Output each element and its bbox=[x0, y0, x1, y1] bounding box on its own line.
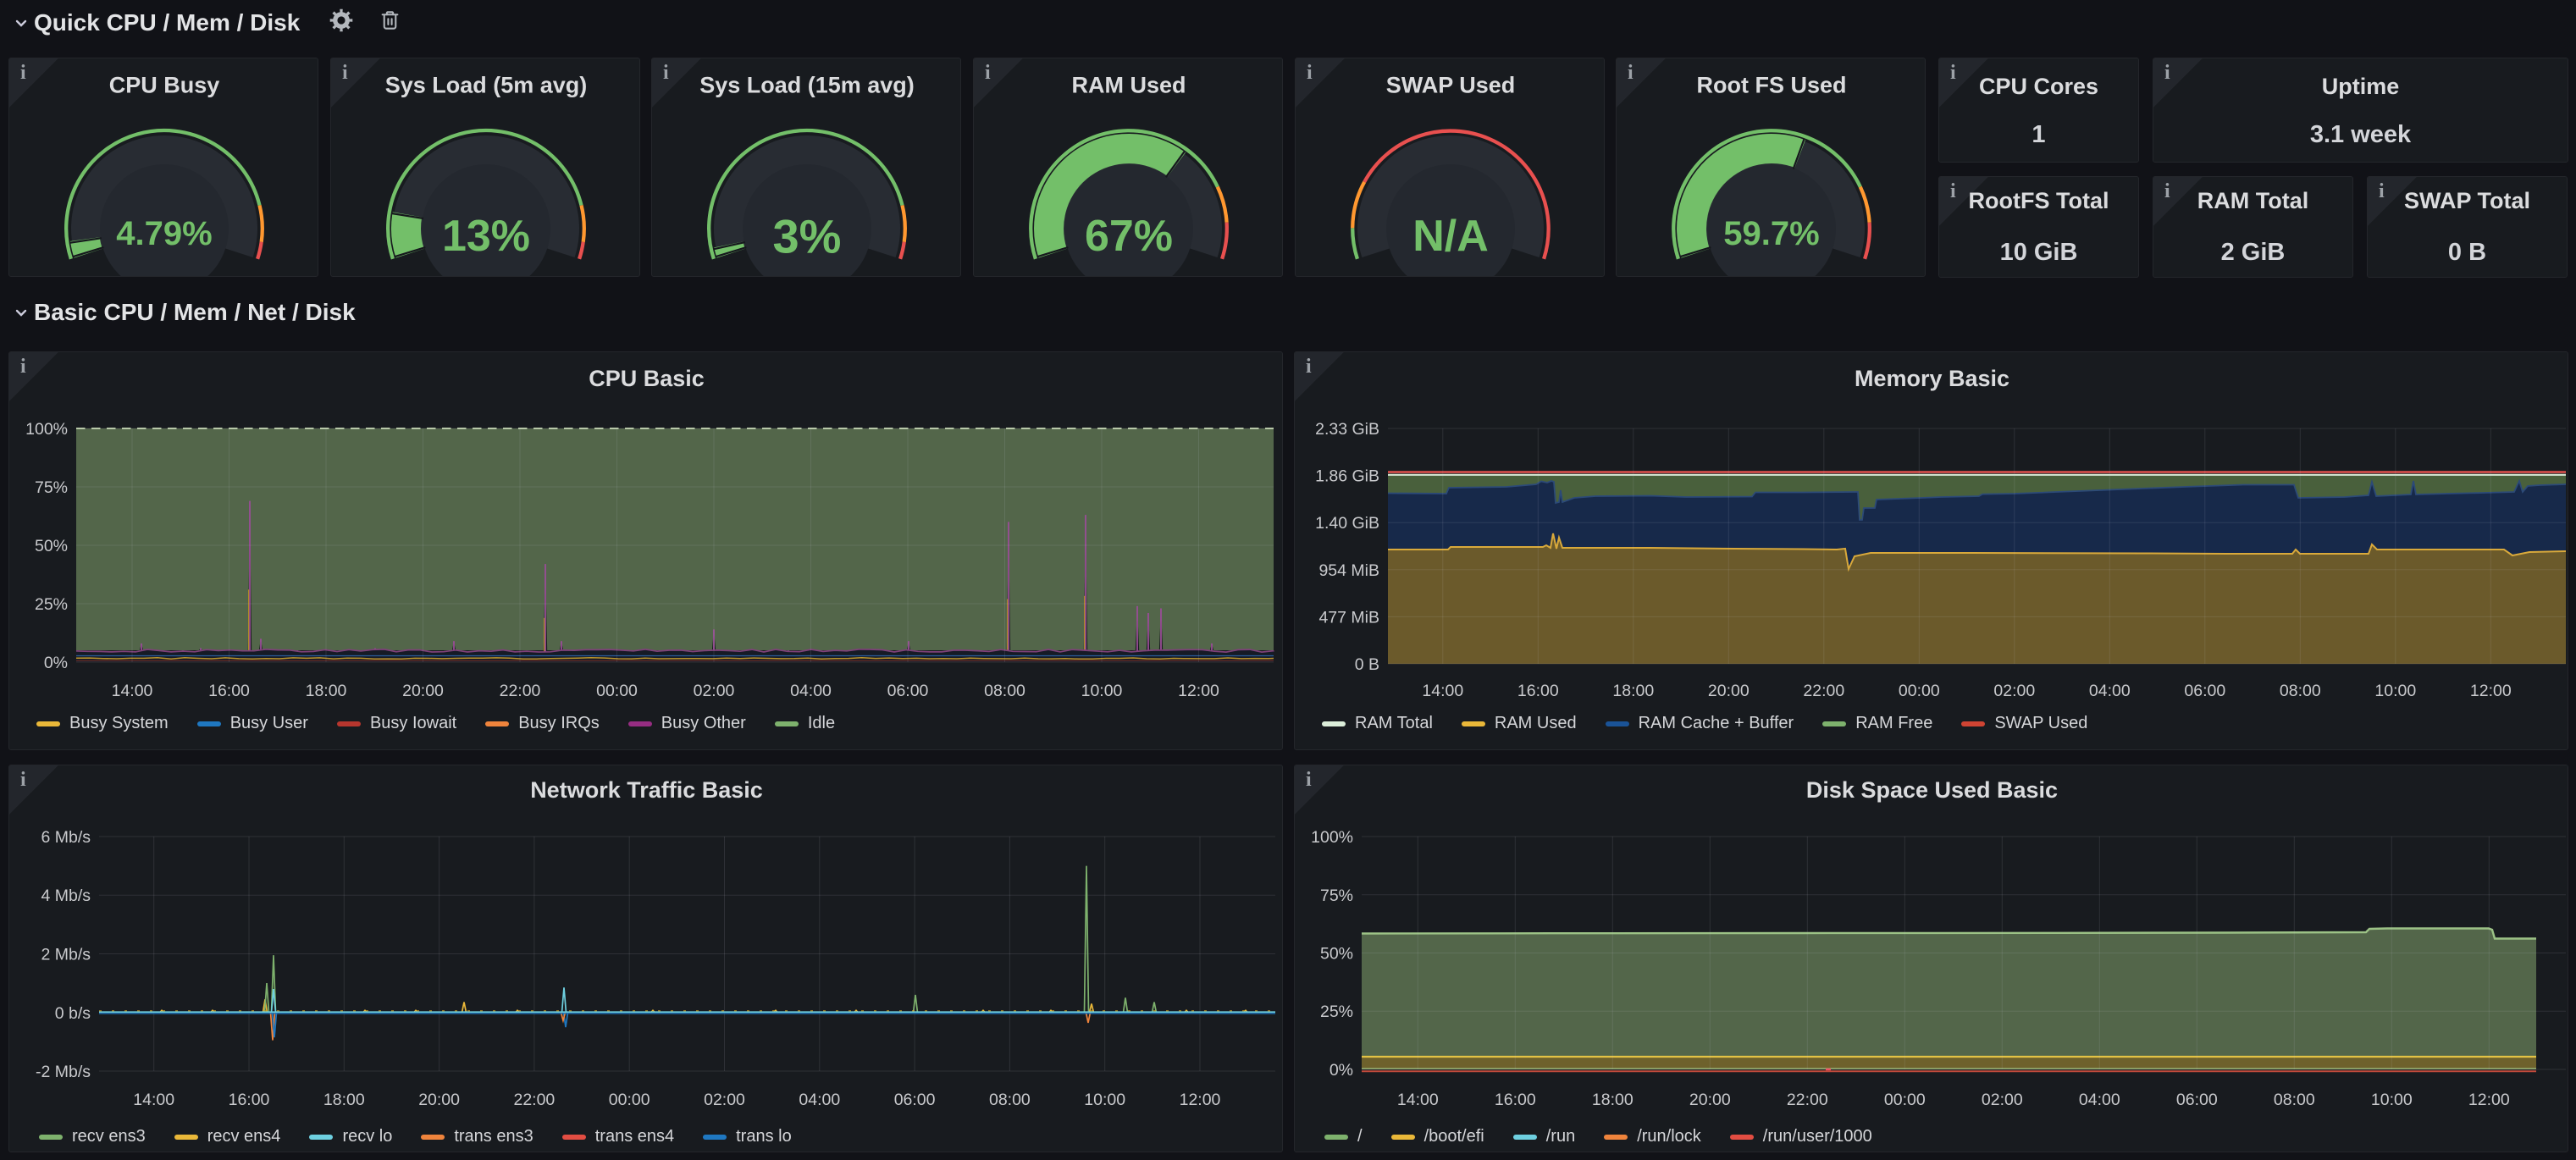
svg-text:14:00: 14:00 bbox=[133, 1091, 174, 1109]
svg-text:75%: 75% bbox=[35, 478, 68, 497]
svg-text:1.86 GiB: 1.86 GiB bbox=[1315, 467, 1379, 486]
svg-text:100%: 100% bbox=[25, 420, 68, 439]
svg-text:06:00: 06:00 bbox=[894, 1091, 936, 1109]
svg-text:02:00: 02:00 bbox=[694, 682, 735, 700]
svg-text:2 Mb/s: 2 Mb/s bbox=[41, 946, 91, 964]
svg-text:12:00: 12:00 bbox=[1180, 1091, 1221, 1109]
svg-text:3%: 3% bbox=[773, 210, 842, 263]
svg-text:00:00: 00:00 bbox=[1884, 1091, 1926, 1109]
svg-text:10:00: 10:00 bbox=[1084, 1091, 1125, 1109]
svg-text:08:00: 08:00 bbox=[2280, 682, 2321, 700]
svg-text:0%: 0% bbox=[1329, 1061, 1353, 1080]
svg-text:13%: 13% bbox=[442, 212, 530, 261]
svg-text:25%: 25% bbox=[35, 595, 68, 614]
svg-text:00:00: 00:00 bbox=[1899, 682, 1940, 700]
svg-text:18:00: 18:00 bbox=[323, 1091, 365, 1109]
svg-text:04:00: 04:00 bbox=[799, 1091, 840, 1109]
svg-text:12:00: 12:00 bbox=[2468, 1091, 2510, 1109]
svg-text:2.33 GiB: 2.33 GiB bbox=[1315, 420, 1379, 439]
svg-text:08:00: 08:00 bbox=[2274, 1091, 2315, 1109]
svg-text:00:00: 00:00 bbox=[596, 682, 638, 700]
svg-text:02:00: 02:00 bbox=[704, 1091, 745, 1109]
svg-text:04:00: 04:00 bbox=[2079, 1091, 2120, 1109]
svg-text:16:00: 16:00 bbox=[1495, 1091, 1536, 1109]
svg-text:4 Mb/s: 4 Mb/s bbox=[41, 887, 91, 905]
svg-text:22:00: 22:00 bbox=[500, 682, 541, 700]
svg-text:14:00: 14:00 bbox=[1422, 682, 1463, 700]
svg-text:10:00: 10:00 bbox=[2371, 1091, 2413, 1109]
svg-text:RAM Used: RAM Used bbox=[1071, 73, 1186, 98]
svg-text:-2 Mb/s: -2 Mb/s bbox=[36, 1063, 91, 1081]
svg-text:Memory Basic: Memory Basic bbox=[1855, 366, 2009, 391]
svg-text:14:00: 14:00 bbox=[112, 682, 153, 700]
svg-text:06:00: 06:00 bbox=[887, 682, 929, 700]
svg-text:22:00: 22:00 bbox=[1787, 1091, 1828, 1109]
svg-text:CPU Busy: CPU Busy bbox=[109, 73, 220, 98]
svg-text:20:00: 20:00 bbox=[1708, 682, 1750, 700]
svg-text:10:00: 10:00 bbox=[2374, 682, 2416, 700]
svg-text:10:00: 10:00 bbox=[1081, 682, 1123, 700]
svg-text:N/A: N/A bbox=[1412, 212, 1489, 261]
svg-text:50%: 50% bbox=[1320, 945, 1353, 964]
svg-text:04:00: 04:00 bbox=[790, 682, 832, 700]
svg-text:08:00: 08:00 bbox=[989, 1091, 1031, 1109]
svg-text:14:00: 14:00 bbox=[1397, 1091, 1439, 1109]
svg-text:12:00: 12:00 bbox=[2470, 682, 2512, 700]
svg-text:Disk Space Used Basic: Disk Space Used Basic bbox=[1806, 777, 2058, 803]
svg-text:67%: 67% bbox=[1085, 212, 1173, 261]
svg-text:75%: 75% bbox=[1320, 887, 1353, 905]
svg-text:06:00: 06:00 bbox=[2176, 1091, 2218, 1109]
svg-text:4.79%: 4.79% bbox=[116, 215, 212, 252]
svg-text:06:00: 06:00 bbox=[2184, 682, 2225, 700]
svg-text:0%: 0% bbox=[44, 654, 68, 672]
svg-text:18:00: 18:00 bbox=[1592, 1091, 1633, 1109]
svg-text:22:00: 22:00 bbox=[513, 1091, 555, 1109]
svg-text:1.40 GiB: 1.40 GiB bbox=[1315, 514, 1379, 533]
svg-text:12:00: 12:00 bbox=[1178, 682, 1219, 700]
svg-text:954 MiB: 954 MiB bbox=[1318, 561, 1379, 580]
svg-text:59.7%: 59.7% bbox=[1723, 215, 1819, 252]
svg-text:16:00: 16:00 bbox=[1517, 682, 1559, 700]
svg-text:50%: 50% bbox=[35, 537, 68, 555]
svg-text:16:00: 16:00 bbox=[208, 682, 250, 700]
svg-text:100%: 100% bbox=[1311, 828, 1353, 847]
svg-text:0 B: 0 B bbox=[1355, 655, 1379, 674]
svg-text:Sys Load (5m avg): Sys Load (5m avg) bbox=[385, 73, 588, 98]
svg-text:477 MiB: 477 MiB bbox=[1318, 608, 1379, 627]
svg-text:Network Traffic Basic: Network Traffic Basic bbox=[530, 777, 763, 803]
svg-text:22:00: 22:00 bbox=[1803, 682, 1844, 700]
svg-text:04:00: 04:00 bbox=[2089, 682, 2131, 700]
svg-text:0 b/s: 0 b/s bbox=[55, 1004, 91, 1023]
svg-text:CPU Basic: CPU Basic bbox=[589, 366, 705, 391]
svg-text:20:00: 20:00 bbox=[418, 1091, 460, 1109]
svg-text:Sys Load (15m avg): Sys Load (15m avg) bbox=[699, 73, 915, 98]
svg-text:00:00: 00:00 bbox=[609, 1091, 650, 1109]
svg-text:6 Mb/s: 6 Mb/s bbox=[41, 828, 91, 847]
svg-text:02:00: 02:00 bbox=[1982, 1091, 2023, 1109]
svg-text:18:00: 18:00 bbox=[1612, 682, 1654, 700]
svg-text:20:00: 20:00 bbox=[1689, 1091, 1731, 1109]
svg-text:18:00: 18:00 bbox=[306, 682, 347, 700]
svg-text:16:00: 16:00 bbox=[229, 1091, 270, 1109]
svg-text:08:00: 08:00 bbox=[984, 682, 1025, 700]
svg-text:02:00: 02:00 bbox=[1993, 682, 2035, 700]
svg-text:20:00: 20:00 bbox=[402, 682, 444, 700]
svg-text:SWAP Used: SWAP Used bbox=[1386, 73, 1516, 98]
svg-text:25%: 25% bbox=[1320, 1003, 1353, 1021]
svg-text:Root FS Used: Root FS Used bbox=[1696, 73, 1846, 98]
